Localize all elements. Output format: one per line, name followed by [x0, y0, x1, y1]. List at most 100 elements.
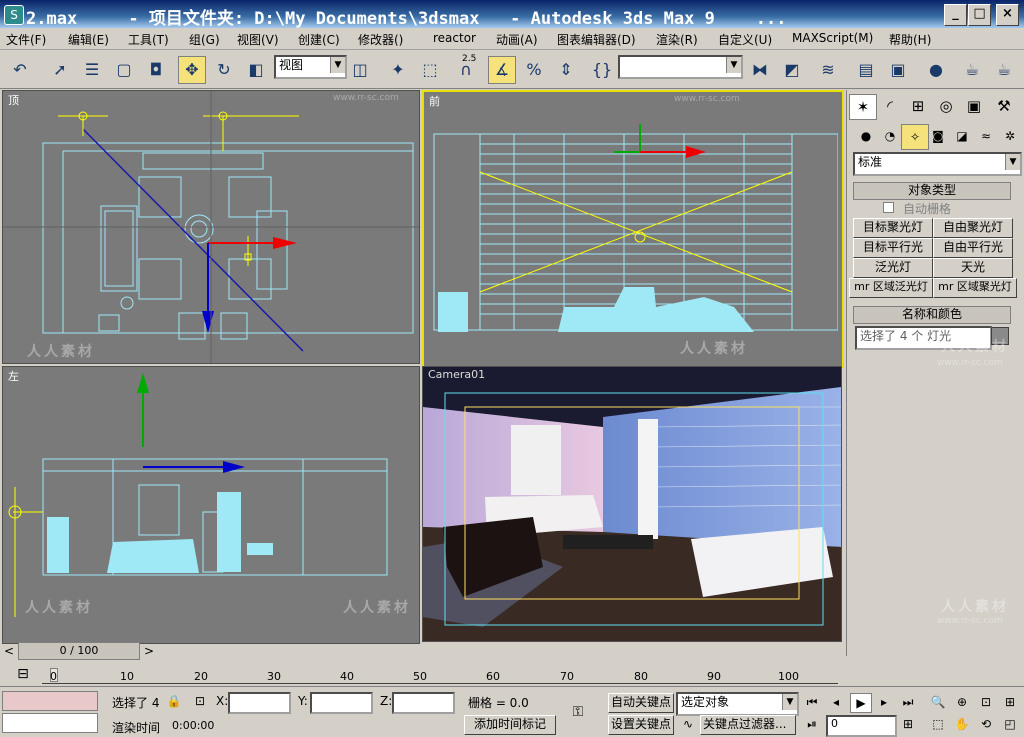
menu-maxscript[interactable]: MAXScript(M)	[792, 31, 873, 45]
window-crossing-icon[interactable]: ◘	[142, 56, 170, 84]
viewport-left[interactable]: 左 人人素材 人人素材	[2, 366, 420, 644]
menu-animation[interactable]: 动画(A)	[496, 31, 538, 48]
selected-object-dropdown[interactable]: 选定对象 ▼	[676, 692, 799, 716]
pan-icon[interactable]: ✋	[952, 715, 972, 733]
maximize-viewport-icon[interactable]: ◰	[1000, 715, 1020, 733]
current-frame-field[interactable]: 0	[826, 715, 897, 737]
select-scale-icon[interactable]: ◧	[242, 56, 270, 84]
close-button[interactable]: ×	[996, 4, 1019, 26]
viewport-camera[interactable]: Camera01	[422, 366, 842, 642]
create-tab-icon[interactable]: ✶	[849, 94, 877, 120]
pivot-center-icon[interactable]: ◫	[346, 56, 374, 84]
menu-edit[interactable]: 编辑(E)	[68, 31, 109, 48]
render-scene-icon[interactable]: ☕	[958, 56, 986, 84]
maxscript-input[interactable]	[2, 713, 98, 733]
add-time-tag-button[interactable]: 添加时间标记	[464, 715, 556, 735]
time-configuration-icon[interactable]: ⊞	[898, 715, 918, 733]
z-coordinate-field[interactable]	[392, 692, 455, 714]
utilities-tab-icon[interactable]: ⚒	[991, 94, 1017, 118]
time-slider[interactable]: < 0 / 100 >	[0, 640, 846, 662]
key-filters-button[interactable]: 关键点过滤器...	[700, 715, 796, 735]
menu-graph-editors[interactable]: 图表编辑器(D)	[557, 31, 636, 48]
time-next-icon[interactable]: >	[142, 642, 156, 660]
motion-tab-icon[interactable]: ◎	[933, 94, 959, 118]
menu-tools[interactable]: 工具(T)	[128, 31, 169, 48]
select-by-name-icon[interactable]: ☰	[78, 56, 106, 84]
menu-group[interactable]: 组(G)	[189, 31, 220, 48]
viewport-front[interactable]: 前 人人素材 www.rr-sc.com	[422, 90, 844, 368]
mr-area-omni-button[interactable]: mr 区域泛光灯	[849, 278, 933, 298]
modify-tab-icon[interactable]: ◜	[877, 94, 903, 118]
menu-create[interactable]: 创建(C)	[298, 31, 340, 48]
helpers-icon[interactable]: ◪	[949, 124, 975, 148]
material-editor-icon[interactable]: ●	[922, 56, 950, 84]
viewport-top[interactable]: 顶 人人素材 www.rr-sc.com	[2, 90, 420, 364]
quick-render-icon[interactable]: ☕	[990, 56, 1018, 84]
autogrid-checkbox[interactable]	[883, 202, 894, 213]
keyboard-shortcut-icon[interactable]: ⬚	[416, 56, 444, 84]
mirror-icon[interactable]: ⧓	[746, 56, 774, 84]
percent-snap-icon[interactable]: %	[520, 56, 548, 84]
schematic-view-icon[interactable]: ▣	[884, 56, 912, 84]
menu-file[interactable]: 文件(F)	[6, 31, 46, 48]
cameras-icon[interactable]: ◙	[925, 124, 951, 148]
shapes-icon[interactable]: ◔	[877, 124, 903, 148]
zoom-extents-all-icon[interactable]: ⊞	[1000, 693, 1020, 711]
arc-rotate-icon[interactable]: ⟲	[976, 715, 996, 733]
app-icon[interactable]: S	[4, 5, 24, 25]
display-tab-icon[interactable]: ▣	[961, 94, 987, 118]
transform-mode-icon[interactable]: ⊡	[190, 692, 210, 710]
named-selection-dropdown[interactable]: ▼	[618, 55, 743, 79]
zoom-extents-icon[interactable]: ⊡	[976, 693, 996, 711]
rectangular-selection-icon[interactable]: ▢	[110, 56, 138, 84]
spinner-snap-icon[interactable]: ⇕	[552, 56, 580, 84]
free-spot-button[interactable]: 自由聚光灯	[933, 218, 1013, 238]
menu-modifiers[interactable]: 修改器()	[358, 31, 403, 48]
go-to-start-icon[interactable]: ⏮	[802, 693, 822, 711]
manipulate-icon[interactable]: ✦	[384, 56, 412, 84]
skylight-button[interactable]: 天光	[933, 258, 1013, 278]
time-prev-icon[interactable]: <	[2, 642, 16, 660]
go-to-end-icon[interactable]: ⏭	[898, 693, 918, 711]
x-coordinate-field[interactable]	[228, 692, 291, 714]
region-zoom-icon[interactable]: ⬚	[928, 715, 948, 733]
y-coordinate-field[interactable]	[310, 692, 373, 714]
undo-icon[interactable]: ↶	[6, 56, 34, 84]
next-frame-icon[interactable]: ▸	[874, 693, 894, 711]
maximize-button[interactable]: □	[968, 4, 991, 26]
target-spot-button[interactable]: 目标聚光灯	[853, 218, 933, 238]
menu-views[interactable]: 视图(V)	[237, 31, 279, 48]
object-type-rollout[interactable]: 对象类型	[853, 182, 1011, 200]
viewport-label-camera[interactable]: Camera01	[428, 368, 485, 381]
select-object-icon[interactable]: ➚	[46, 56, 74, 84]
lock-selection-icon[interactable]: 🔒	[164, 692, 184, 710]
set-key-icon[interactable]: ⚿	[568, 703, 588, 721]
space-warps-icon[interactable]: ≈	[973, 124, 999, 148]
omni-button[interactable]: 泛光灯	[853, 258, 933, 278]
minimize-button[interactable]: _	[944, 4, 967, 26]
key-mode-toggle-icon[interactable]: ⏯	[802, 715, 822, 733]
name-color-rollout[interactable]: 名称和颜色	[853, 306, 1011, 324]
align-icon[interactable]: ◩	[778, 56, 806, 84]
menu-customize[interactable]: 自定义(U)	[718, 31, 772, 48]
frame-counter[interactable]: 0 / 100	[18, 642, 140, 660]
previous-frame-icon[interactable]: ◂	[826, 693, 846, 711]
key-mode-icon[interactable]: ∿	[678, 715, 698, 733]
systems-icon[interactable]: ✲	[997, 124, 1023, 148]
edit-named-selection-icon[interactable]: {}	[588, 56, 616, 84]
category-dropdown[interactable]: 标准 ▼	[853, 152, 1022, 176]
free-direct-button[interactable]: 自由平行光	[933, 238, 1013, 258]
geometry-icon[interactable]: ●	[853, 124, 879, 148]
curve-editor-icon[interactable]: ▤	[852, 56, 880, 84]
play-icon[interactable]: ▶	[850, 693, 872, 713]
layer-manager-icon[interactable]: ≋	[814, 56, 842, 84]
maxscript-listener[interactable]	[2, 691, 98, 711]
zoom-icon[interactable]: 🔍	[928, 693, 948, 711]
menu-help[interactable]: 帮助(H)	[889, 31, 931, 48]
select-rotate-icon[interactable]: ↻	[210, 56, 238, 84]
hierarchy-tab-icon[interactable]: ⊞	[905, 94, 931, 118]
select-move-icon[interactable]: ✥	[178, 56, 206, 84]
menu-reactor[interactable]: reactor	[433, 31, 476, 45]
target-direct-button[interactable]: 目标平行光	[853, 238, 933, 258]
reference-coordinate-dropdown[interactable]: 视图 ▼	[274, 55, 347, 79]
